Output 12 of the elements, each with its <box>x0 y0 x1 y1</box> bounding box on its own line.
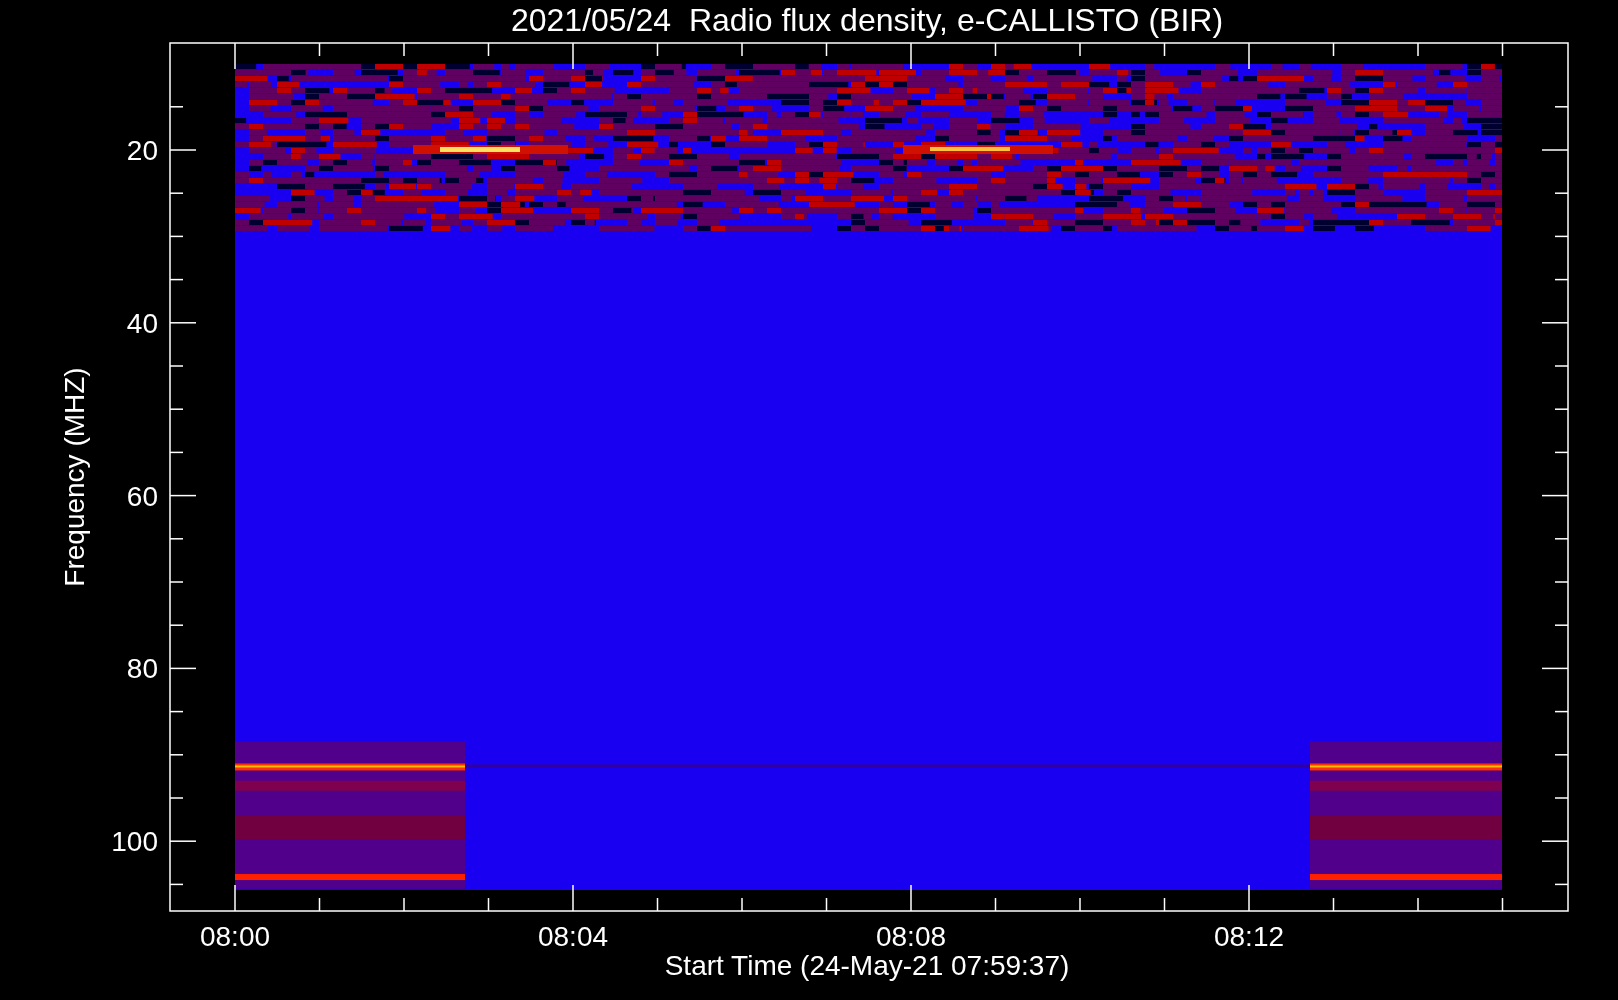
x-tick-label: 08:12 <box>1213 921 1285 952</box>
y-tick-label: 60 <box>126 480 158 512</box>
x-tick-label: 08:04 <box>537 921 609 952</box>
y-tick-label: 40 <box>126 307 158 339</box>
y-axis-label: Frequency (MHZ) <box>59 367 90 587</box>
x-tick-label: 08:00 <box>199 921 271 952</box>
x-axis-label: Start Time (24-May-21 07:59:37) <box>664 950 1070 981</box>
chart-title: 2021/05/24 Radio flux density, e-CALLISTO (BIR) <box>510 2 1224 38</box>
y-tick-label: 80 <box>126 653 158 685</box>
y-tick-label: 100 <box>111 826 158 858</box>
y-tick-label: 20 <box>126 135 158 166</box>
x-tick-label: 08:08 <box>875 921 947 952</box>
